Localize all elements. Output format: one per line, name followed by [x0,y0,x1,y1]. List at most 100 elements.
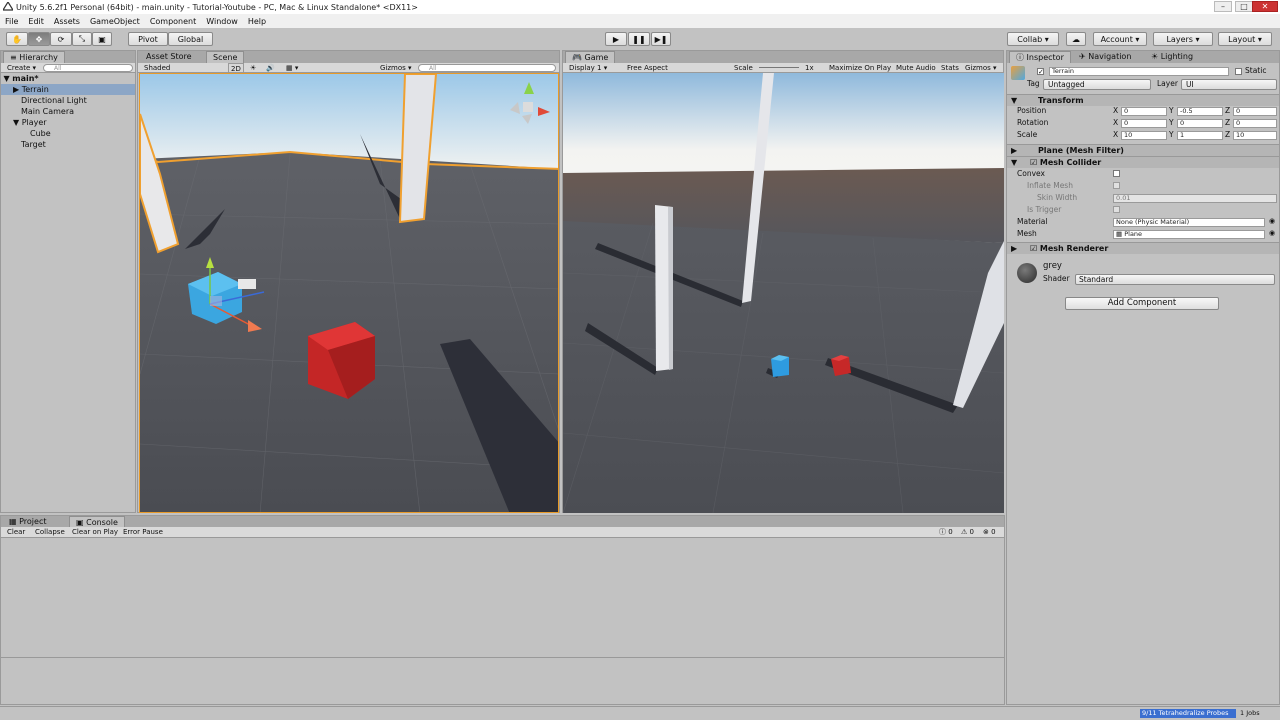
effects-dropdown-icon[interactable]: ▦ ▾ [286,63,298,73]
shading-mode-dropdown[interactable]: Shaded [144,63,170,73]
scale-slider[interactable] [759,67,799,68]
menu-window[interactable]: Window [201,17,243,26]
game-gizmos-toggle[interactable]: Gizmos ▾ [965,63,997,73]
tab-scene[interactable]: Scene [206,51,245,63]
hierarchy-item-label: Main Camera [21,107,75,116]
collab-dropdown[interactable]: Collab ▾ [1007,32,1059,46]
error-pause-button[interactable]: Error Pause [123,527,163,537]
hierarchy-search-input[interactable]: All [43,64,133,72]
tab-game[interactable]: 🎮 Game [565,51,616,63]
jobs-status[interactable]: 1 Jobs [1240,709,1260,718]
gizmos-dropdown[interactable]: Gizmos ▾ [380,63,412,73]
material-field[interactable]: None (Physic Material) [1113,218,1265,227]
rotate-tool-icon[interactable]: ⟳ [50,32,72,46]
tab-hierarchy[interactable]: ≡ Hierarchy [3,51,65,63]
tag-dropdown[interactable]: Untagged [1043,79,1151,90]
add-component-button[interactable]: Add Component [1065,297,1219,310]
clear-on-play-button[interactable]: Clear on Play [72,527,118,537]
move-tool-icon[interactable]: ✥ [28,32,50,46]
scale-y-field[interactable]: 1 [1177,131,1223,140]
scale-tool-icon[interactable]: ⤡ [72,32,92,46]
tab-project[interactable]: ▦ Project [3,516,52,527]
account-label: Account [1100,34,1133,44]
menu-help[interactable]: Help [243,17,271,26]
menu-gameobject[interactable]: GameObject [85,17,145,26]
scene-search-input[interactable]: All [418,64,556,72]
display-dropdown[interactable]: Display 1 ▾ [569,63,607,73]
layer-dropdown[interactable]: UI [1181,79,1277,90]
2d-toggle[interactable]: 2D [228,63,244,73]
lighting-toggle-icon[interactable]: ☀ [250,63,256,73]
scene-root-row[interactable]: ▼ main* [1,73,135,84]
account-dropdown[interactable]: Account ▾ [1093,32,1147,46]
position-x-field[interactable]: 0 [1121,107,1167,116]
collapse-button[interactable]: Collapse [35,527,65,537]
mesh-renderer-header[interactable]: ▶ ☑ Mesh Renderer [1007,242,1279,254]
rotation-y-field[interactable]: 0 [1177,119,1223,128]
object-name-field[interactable]: Terrain [1049,67,1229,76]
hierarchy-item-player[interactable]: ▼ Player [1,117,135,128]
pivot-toggle[interactable]: Pivot [128,32,168,46]
audio-toggle-icon[interactable]: 🔊 [266,63,275,73]
stats-toggle[interactable]: Stats [941,63,959,73]
tab-console[interactable]: ▣ Console [69,516,125,527]
shader-dropdown[interactable]: Standard [1075,274,1275,285]
tab-inspector[interactable]: ⓘ Inspector [1009,51,1071,63]
mute-audio-toggle[interactable]: Mute Audio [896,63,936,73]
hand-tool-icon[interactable]: ✋ [6,32,28,46]
hierarchy-item-label: Player [21,118,47,127]
hierarchy-item-target[interactable]: Target [1,139,135,150]
mesh-filter-header[interactable]: ▶ Plane (Mesh Filter) [1007,144,1279,156]
hierarchy-item-main-camera[interactable]: Main Camera [1,106,135,117]
menu-edit[interactable]: Edit [23,17,49,26]
pause-button[interactable]: ❚❚ [628,32,650,46]
hierarchy-item-directional-light[interactable]: Directional Light [1,95,135,106]
scale-x-field[interactable]: 10 [1121,131,1167,140]
maximize-button[interactable]: □ [1235,1,1253,12]
mesh-picker-icon[interactable]: ◉ [1269,229,1275,237]
tab-navigation[interactable]: ✈ Navigation [1073,51,1137,63]
aspect-dropdown[interactable]: Free Aspect [627,63,668,73]
active-checkbox[interactable]: ✓ [1037,68,1044,76]
position-y-field[interactable]: -0.5 [1177,107,1223,116]
mesh-collider-header[interactable]: ▼ ☑ Mesh Collider [1007,156,1279,168]
axis-y-label: Y [1169,130,1174,139]
log-count-toggle[interactable]: ⓘ 0 [939,527,953,537]
tab-asset-store[interactable]: Asset Store [140,51,198,63]
maximize-on-play-toggle[interactable]: Maximize On Play [829,63,891,73]
rect-tool-icon[interactable]: ▣ [92,32,112,46]
layout-dropdown[interactable]: Layout ▾ [1218,32,1272,46]
rotation-x-field[interactable]: 0 [1121,119,1167,128]
layers-dropdown[interactable]: Layers ▾ [1153,32,1213,46]
mesh-field[interactable]: ▦ Plane [1113,230,1265,239]
rotation-z-field[interactable]: 0 [1233,119,1277,128]
convex-checkbox[interactable] [1113,170,1120,177]
console-log-list[interactable] [1,539,1004,657]
play-button[interactable]: ▶ [605,32,627,46]
static-checkbox[interactable] [1235,68,1242,75]
minimize-button[interactable]: – [1214,1,1232,12]
position-z-field[interactable]: 0 [1233,107,1277,116]
scale-z-field[interactable]: 10 [1233,131,1277,140]
clear-on-play-label: Clear on Play [72,528,119,536]
scene-viewport[interactable] [139,73,559,513]
error-count-toggle[interactable]: ⊗ 0 [983,527,996,537]
tab-lighting[interactable]: ☀ Lighting [1145,51,1199,63]
clear-button[interactable]: Clear [7,527,25,537]
menu-assets[interactable]: Assets [49,17,85,26]
material-picker-icon[interactable]: ◉ [1269,217,1275,225]
cloud-icon[interactable]: ☁ [1066,32,1086,46]
global-label: Global [177,34,204,44]
menu-file[interactable]: File [0,17,23,26]
global-toggle[interactable]: Global [168,32,213,46]
hierarchy-item-terrain[interactable]: ▶ Terrain [1,84,135,95]
create-dropdown[interactable]: Create ▾ [7,63,36,73]
close-button[interactable]: ✕ [1252,1,1278,12]
transform-header[interactable]: ▼ Transform [1007,94,1279,106]
warning-count-toggle[interactable]: ⚠ 0 [961,527,974,537]
menu-component[interactable]: Component [145,17,201,26]
game-viewport[interactable] [563,73,1004,513]
hierarchy-item-cube[interactable]: Cube [1,128,135,139]
step-button[interactable]: ▶❚ [651,32,671,46]
unity-logo-icon [3,2,13,11]
